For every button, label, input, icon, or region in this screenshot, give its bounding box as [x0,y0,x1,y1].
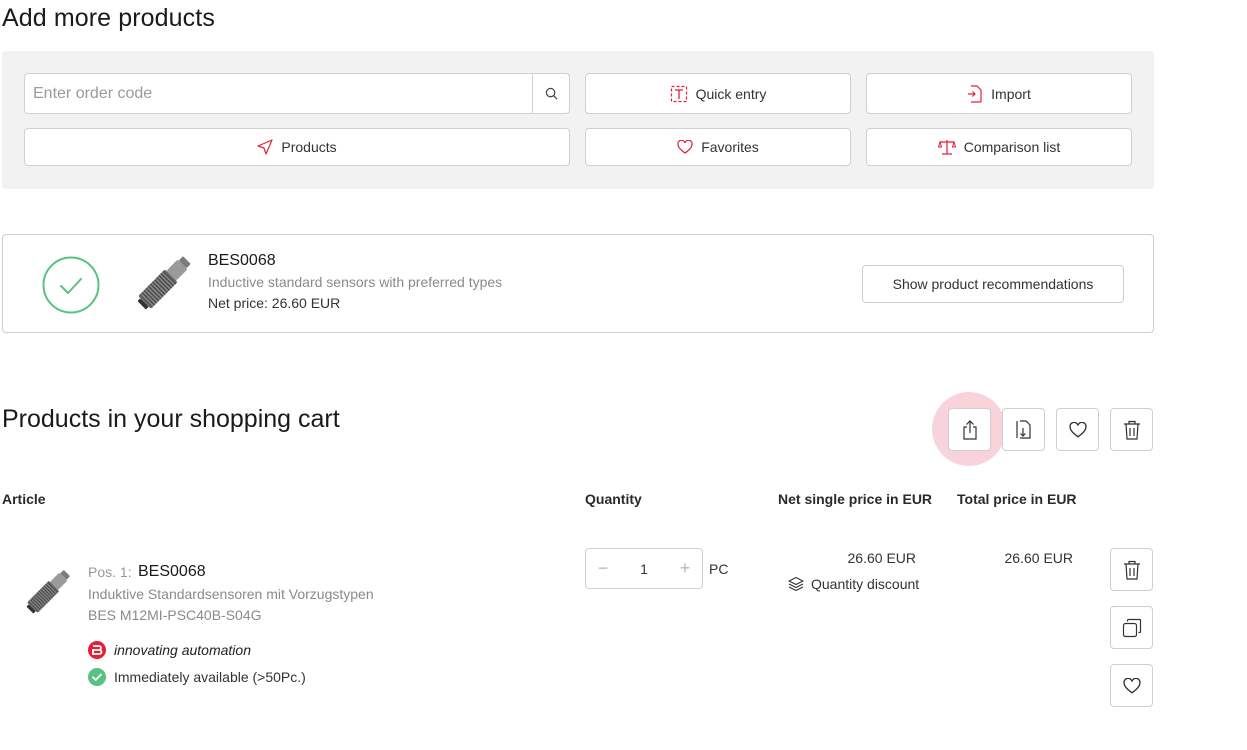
favorites-button[interactable]: Favorites [585,128,851,166]
balluff-logo-icon [88,641,106,659]
share-cart-button[interactable] [948,408,991,451]
file-export-icon [1015,419,1031,439]
products-label: Products [281,139,337,155]
navigation-arrow-icon [257,139,273,155]
favorites-label: Favorites [701,139,759,155]
cart-title: Products in your shopping cart [2,405,340,433]
delete-item-button[interactable] [1110,548,1153,591]
check-circle-icon [88,668,106,686]
quantity-discount-label: Quantity discount [811,576,920,592]
single-price: 26.60 EUR [847,550,916,566]
trash-icon [1123,420,1140,440]
availability-label: Immediately available (>50Pc.) [114,669,306,685]
column-article: Article [2,491,46,507]
total-price: 26.60 EUR [1004,550,1073,566]
availability-row: Immediately available (>50Pc.) [88,668,306,686]
check-circle-icon [42,256,100,314]
heart-icon [677,140,693,154]
export-cart-button[interactable] [1002,408,1045,451]
added-product-price: Net price: 26.60 EUR [208,295,341,311]
add-products-panel: Quick entry Import Products Favorites Co… [2,51,1154,189]
column-single-price: Net single price in EUR [778,491,933,507]
quantity-unit: PC [709,561,729,577]
search-icon [545,87,557,100]
add-products-title: Add more products [2,4,215,32]
delete-cart-button[interactable] [1110,408,1153,451]
import-button[interactable]: Import [866,73,1132,114]
column-total-price: Total price in EUR [957,491,1077,507]
cart-item-image [26,570,70,614]
order-code-input[interactable] [25,74,532,113]
heart-icon [1122,677,1141,694]
quantity-decrease-button[interactable]: − [596,558,610,579]
show-recommendations-button[interactable]: Show product recommendations [862,265,1124,303]
products-button[interactable]: Products [24,128,570,166]
text-cursor-icon [670,85,687,102]
quick-entry-label: Quick entry [695,85,767,102]
added-product-code: BES0068 [208,252,276,269]
comparison-list-label: Comparison list [963,139,1061,155]
quantity-stepper: − 1 + [585,548,703,589]
copy-icon [1122,618,1141,637]
layers-icon [788,576,804,592]
quantity-value[interactable]: 1 [640,561,648,577]
trash-icon [1123,560,1140,580]
sensor-product-image [137,256,191,310]
column-quantity: Quantity [585,491,642,507]
added-product-card: BES0068 Inductive standard sensors with … [2,234,1154,333]
share-icon [962,419,977,440]
file-import-icon [968,84,982,103]
item-type: BES M12MI-PSC40B-S04G [88,607,262,623]
brand-row: innovating automation [88,641,251,659]
favorite-item-button[interactable] [1110,664,1153,707]
import-label: Import [991,85,1031,102]
favorite-cart-button[interactable] [1056,408,1099,451]
item-description: Induktive Standardsensoren mit Vorzugsty… [88,586,374,602]
heart-icon [1068,421,1087,438]
position-label: Pos. 1: [88,564,132,580]
comparison-list-button[interactable]: Comparison list [866,128,1132,166]
added-product-description: Inductive standard sensors with preferre… [208,274,503,290]
search-button[interactable] [532,74,569,113]
quantity-discount-link[interactable]: Quantity discount [788,576,919,592]
item-code[interactable]: BES0068 [138,563,206,581]
order-code-search [24,73,570,114]
brand-label: innovating automation [114,642,251,658]
copy-item-button[interactable] [1110,606,1153,649]
scales-icon [937,140,956,155]
quantity-increase-button[interactable]: + [678,558,692,579]
quick-entry-button[interactable]: Quick entry [585,73,851,114]
